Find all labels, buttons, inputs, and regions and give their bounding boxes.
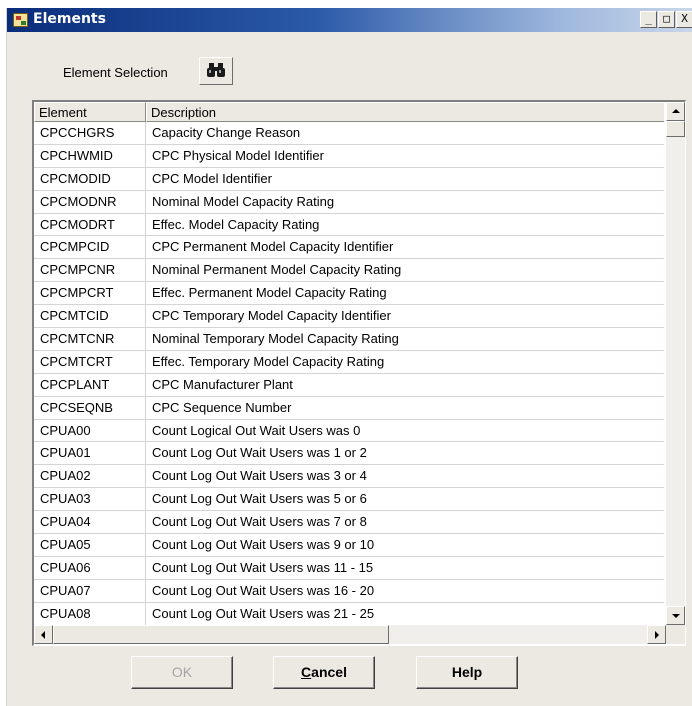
- table-row[interactable]: CPCMODRT Effec. Model Capacity Rating: [34, 213, 664, 237]
- element-cell: CPUA07: [34, 579, 146, 602]
- minimize-button[interactable]: _: [640, 11, 657, 28]
- element-cell: CPUA03: [34, 488, 146, 511]
- window-title: Elements: [33, 11, 106, 27]
- table-row[interactable]: CPCMODNR Nominal Model Capacity Rating: [34, 190, 664, 214]
- arrow-down-icon: [672, 614, 680, 618]
- vertical-scrollbar[interactable]: [666, 102, 685, 625]
- element-cell: CPCMODNR: [34, 190, 146, 213]
- description-cell: Nominal Model Capacity Rating: [152, 193, 335, 209]
- description-cell: CPC Permanent Model Capacity Identifier: [152, 239, 394, 255]
- description-cell: Count Logical Out Wait Users was 0: [152, 422, 361, 438]
- description-cell: Effec. Temporary Model Capacity Rating: [152, 353, 385, 369]
- element-cell: CPCPLANT: [34, 373, 146, 396]
- element-cell: CPCSEQNB: [34, 396, 146, 419]
- list-rows: CPCCHGRS Capacity Change Reason CPCHWMID CP…: [34, 122, 664, 625]
- table-row[interactable]: CPCCHGRS Capacity Change Reason: [34, 122, 664, 145]
- element-cell: CPCMTCRT: [34, 350, 146, 373]
- scroll-down-button[interactable]: [666, 606, 685, 625]
- description-cell: Count Log Out Wait Users was 3 or 4: [152, 468, 367, 484]
- title-bar[interactable]: Elements _ □ X: [7, 8, 692, 32]
- description-cell: CPC Manufacturer Plant: [152, 376, 293, 392]
- table-row[interactable]: CPUA06 Count Log Out Wait Users was 11 - …: [34, 556, 664, 580]
- element-cell: CPCMTCID: [34, 305, 146, 328]
- elements-dialog: Elements _ □ X Element Selection Element…: [6, 8, 692, 706]
- description-cell: Count Log Out Wait Users was 5 or 6: [152, 491, 367, 507]
- element-cell: CPUA06: [34, 556, 146, 579]
- description-cell: Count Log Out Wait Users was 1 or 2: [152, 445, 367, 461]
- binoculars-icon: [207, 63, 225, 77]
- column-header-description[interactable]: Description: [146, 102, 664, 122]
- element-cell: CPCMODRT: [34, 213, 146, 236]
- element-cell: CPCMPCNR: [34, 259, 146, 282]
- table-row[interactable]: CPCMTCRT Effec. Temporary Model Capacity …: [34, 350, 664, 374]
- arrow-right-icon: [655, 631, 659, 639]
- help-button[interactable]: Help: [416, 656, 518, 689]
- column-header-element[interactable]: Element: [34, 102, 146, 122]
- element-selection-label: Element Selection: [63, 65, 168, 80]
- cancel-accelerator: C: [301, 664, 312, 680]
- table-row[interactable]: CPUA03 Count Log Out Wait Users was 5 or …: [34, 488, 664, 512]
- table-row[interactable]: CPUA08 Count Log Out Wait Users was 21 - …: [34, 602, 664, 625]
- ok-button[interactable]: OK: [131, 656, 233, 689]
- element-cell: CPUA01: [34, 442, 146, 465]
- description-cell: Effec. Model Capacity Rating: [152, 216, 320, 232]
- element-cell: CPUA05: [34, 534, 146, 556]
- vertical-scroll-thumb[interactable]: [666, 121, 685, 137]
- element-cell: CPUA04: [34, 511, 146, 534]
- table-row[interactable]: CPCMPCID CPC Permanent Model Capacity Ide…: [34, 236, 664, 260]
- description-cell: Count Log Out Wait Users was 7 or 8: [152, 514, 367, 530]
- element-cell: CPUA02: [34, 465, 146, 488]
- table-row[interactable]: CPCMTCNR Nominal Temporary Model Capacity…: [34, 328, 664, 351]
- arrow-up-icon: [672, 109, 680, 113]
- description-cell: CPC Temporary Model Capacity Identifier: [152, 308, 391, 324]
- table-row[interactable]: CPUA01 Count Log Out Wait Users was 1 or …: [34, 442, 664, 466]
- scroll-up-button[interactable]: [666, 102, 685, 121]
- description-cell: Count Log Out Wait Users was 16 - 20: [152, 582, 375, 598]
- list-header: Element Description: [34, 102, 664, 122]
- table-row[interactable]: CPUA05 Count Log Out Wait Users was 9 or …: [34, 534, 664, 557]
- find-button[interactable]: [199, 57, 233, 85]
- element-cell: CPUA08: [34, 602, 146, 625]
- app-icon: [13, 13, 28, 27]
- element-cell: CPCMTCNR: [34, 328, 146, 350]
- table-row[interactable]: CPCPLANT CPC Manufacturer Plant: [34, 373, 664, 397]
- element-cell: CPCMPCRT: [34, 282, 146, 305]
- scroll-right-button[interactable]: [647, 625, 666, 644]
- description-cell: Capacity Change Reason: [152, 125, 301, 140]
- element-cell: CPCCHGRS: [34, 122, 146, 144]
- close-button[interactable]: X: [676, 11, 692, 28]
- arrow-left-icon: [41, 631, 45, 639]
- description-cell: CPC Sequence Number: [152, 399, 292, 415]
- description-cell: CPC Model Identifier: [152, 170, 272, 186]
- element-cell: CPCMPCID: [34, 236, 146, 259]
- description-cell: Effec. Permanent Model Capacity Rating: [152, 285, 387, 301]
- table-row[interactable]: CPUA02 Count Log Out Wait Users was 3 or …: [34, 465, 664, 489]
- description-cell: Nominal Temporary Model Capacity Rating: [152, 331, 399, 347]
- description-cell: Nominal Permanent Model Capacity Rating: [152, 262, 402, 278]
- horizontal-scrollbar[interactable]: [34, 625, 666, 644]
- description-cell: Count Log Out Wait Users was 11 - 15: [152, 559, 374, 575]
- table-row[interactable]: CPUA07 Count Log Out Wait Users was 16 - …: [34, 579, 664, 603]
- description-cell: Count Log Out Wait Users was 9 or 10: [152, 537, 375, 553]
- elements-list[interactable]: Element Description CPCCHGRS Capacity Cha…: [32, 100, 686, 646]
- horizontal-scroll-thumb[interactable]: [53, 625, 389, 644]
- description-cell: CPC Physical Model Identifier: [152, 147, 324, 163]
- element-cell: CPCHWMID: [34, 144, 146, 167]
- table-row[interactable]: CPCHWMID CPC Physical Model Identifier: [34, 144, 664, 168]
- table-row[interactable]: CPUA00 Count Logical Out Wait Users was 0: [34, 419, 664, 443]
- maximize-button[interactable]: □: [658, 11, 675, 28]
- table-row[interactable]: CPUA04 Count Log Out Wait Users was 7 or …: [34, 511, 664, 535]
- cancel-button[interactable]: Cancel: [273, 656, 375, 689]
- scrollbar-corner: [666, 625, 685, 644]
- element-cell: CPUA00: [34, 419, 146, 442]
- table-row[interactable]: CPCMPCRT Effec. Permanent Model Capacity …: [34, 282, 664, 306]
- cancel-label: ancel: [311, 664, 347, 680]
- description-cell: Count Log Out Wait Users was 21 - 25: [152, 605, 375, 621]
- element-cell: CPCMODID: [34, 167, 146, 190]
- table-row[interactable]: CPCMTCID CPC Temporary Model Capacity Ide…: [34, 305, 664, 329]
- scroll-left-button[interactable]: [34, 625, 53, 644]
- table-row[interactable]: CPCMPCNR Nominal Permanent Model Capacity…: [34, 259, 664, 283]
- table-row[interactable]: CPCSEQNB CPC Sequence Number: [34, 396, 664, 420]
- table-row[interactable]: CPCMODID CPC Model Identifier: [34, 167, 664, 191]
